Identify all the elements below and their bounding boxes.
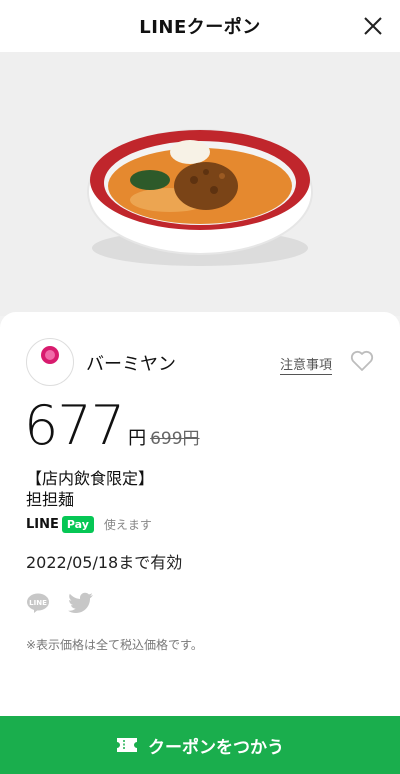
tax-disclaimer: ※表示価格は全て税込価格です。 <box>26 638 203 652</box>
close-button[interactable] <box>360 13 386 39</box>
svg-text:LINE: LINE <box>29 599 47 607</box>
app-header: LINEクーポン <box>0 0 400 52</box>
use-coupon-button[interactable]: クーポンをつかう <box>0 716 400 774</box>
use-coupon-label: クーポンをつかう <box>148 737 284 758</box>
current-price: 677 <box>24 394 125 457</box>
ramen-bowl-illustration <box>87 129 313 266</box>
coupon-hero-image <box>0 52 400 316</box>
notes-link[interactable]: 注意事項 <box>280 354 333 375</box>
heart-outline-icon <box>350 350 374 371</box>
close-icon <box>364 17 382 35</box>
twitter-icon <box>68 592 93 613</box>
coupon-card: バーミヤン 注意事項 677 円 699円 【店内飲食限定】 担担麺 LINE … <box>0 312 400 716</box>
pay-badge: Pay <box>61 516 94 533</box>
price-block: 677 円 699円 <box>24 394 200 457</box>
ticket-icon <box>117 738 137 752</box>
share-twitter-button[interactable] <box>68 592 94 614</box>
share-line-button[interactable]: LINE <box>26 592 50 614</box>
price-unit: 円 <box>128 428 147 449</box>
bamiyan-logo-icon <box>41 346 59 364</box>
line-share-icon: LINE <box>27 593 49 613</box>
item-name: 担担麺 <box>26 490 75 509</box>
shop-logo <box>26 338 74 386</box>
page-title: LINEクーポン <box>139 17 261 38</box>
pay-status: 使えます <box>103 518 152 532</box>
expiry-date: 2022/05/18まで有効 <box>26 553 183 572</box>
shop-name: バーミヤン <box>86 354 176 375</box>
original-price: 699円 <box>150 429 200 449</box>
line-pay-row: LINE Pay 使えます <box>26 516 152 533</box>
favorite-button[interactable] <box>350 350 374 372</box>
line-wordmark: LINE <box>26 517 59 532</box>
